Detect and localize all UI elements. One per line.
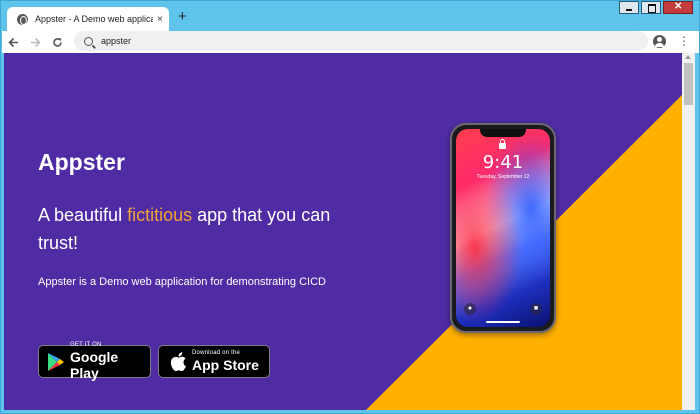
app-store-large-label: App Store xyxy=(192,357,259,373)
tab-close-icon[interactable]: × xyxy=(157,14,163,25)
page-viewport: Appster A beautiful fictitious app that … xyxy=(4,53,682,410)
phone-date: Tuesday, September 12 xyxy=(476,174,530,180)
lock-icon xyxy=(499,139,506,149)
search-icon xyxy=(84,36,93,46)
reload-button[interactable] xyxy=(46,31,68,53)
app-store-small-label: Download on the xyxy=(192,350,241,356)
scrollbar-thumb[interactable] xyxy=(684,63,693,105)
arrow-right-icon xyxy=(30,37,41,47)
close-window-button[interactable]: ✕ xyxy=(663,1,693,14)
google-play-large-label: Google Play xyxy=(70,349,119,381)
globe-icon xyxy=(17,13,28,25)
minimize-button[interactable] xyxy=(619,1,639,14)
forward-button[interactable] xyxy=(24,31,46,53)
camera-icon: ■ xyxy=(530,303,542,315)
new-tab-button[interactable]: + xyxy=(178,9,187,25)
headline-highlight: fictitious xyxy=(127,205,193,225)
app-store-button[interactable]: Download on the App Store xyxy=(158,345,270,378)
scroll-up-arrow-icon[interactable] xyxy=(685,55,691,59)
back-button[interactable] xyxy=(2,31,24,53)
profile-icon[interactable] xyxy=(653,35,666,48)
maximize-button[interactable] xyxy=(641,1,661,14)
hero-description: Appster is a Demo web application for de… xyxy=(38,276,326,288)
window-controls: ✕ xyxy=(617,1,693,14)
browser-toolbar: appster ⋮ xyxy=(2,31,699,53)
arrow-left-icon xyxy=(7,37,18,47)
address-bar[interactable]: appster xyxy=(74,31,648,51)
tab-title: Appster - A Demo web applicatio xyxy=(35,14,153,24)
headline-start: A beautiful xyxy=(38,205,128,225)
phone-time: 9:41 xyxy=(482,152,524,173)
brand-title: Appster xyxy=(38,149,125,175)
reload-icon xyxy=(52,37,62,47)
close-icon: ✕ xyxy=(674,1,683,12)
tab-appster[interactable]: Appster - A Demo web applicatio × xyxy=(7,7,169,31)
google-play-button[interactable]: GET IT ON Google Play xyxy=(38,342,151,381)
flashlight-icon: ● xyxy=(464,303,476,315)
phone-screen: 9:41 Tuesday, September 12 ● ■ xyxy=(456,129,550,327)
url-text[interactable]: appster xyxy=(101,36,131,46)
google-play-small-label: GET IT ON xyxy=(70,342,102,348)
apple-icon xyxy=(170,352,186,372)
menu-icon[interactable]: ⋮ xyxy=(678,33,690,49)
phone-mockup: 9:41 Tuesday, September 12 ● ■ xyxy=(450,123,556,333)
page-scrollbar[interactable] xyxy=(682,53,695,410)
tab-strip: Appster - A Demo web applicatio × + ✕ xyxy=(1,1,699,31)
phone-notch xyxy=(480,129,526,137)
hero-headline: A beautiful fictitious app that you can … xyxy=(38,201,338,257)
home-indicator xyxy=(486,321,520,323)
google-play-icon xyxy=(48,352,64,371)
